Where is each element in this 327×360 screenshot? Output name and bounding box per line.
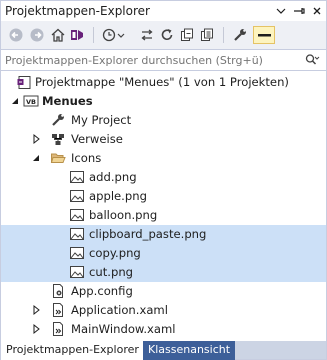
back-button[interactable]	[7, 26, 25, 44]
tree-item-solution[interactable]: Projektmappe "Menues" (1 von 1 Projekten…	[1, 73, 326, 92]
tree-item-label: Application.xaml	[71, 303, 168, 317]
tree-item-my-project[interactable]: My Project	[1, 111, 326, 130]
tree-item-label: MainWindow.xaml	[71, 322, 176, 336]
toolbar	[0, 21, 327, 49]
tree-item-label: App.config	[71, 284, 133, 298]
collapse-all-button[interactable]	[178, 26, 196, 44]
search-input[interactable]	[5, 52, 295, 68]
close-icon	[313, 7, 321, 15]
switch-views-button[interactable]	[68, 26, 86, 44]
tree-item-label: Projektmappe "Menues" (1 von 1 Projekten…	[35, 75, 289, 89]
tree-item-label: Menues	[42, 94, 93, 108]
collapse-all-icon	[181, 28, 193, 41]
expanded-arrow-icon[interactable]	[30, 151, 42, 165]
window-title: Projektmappen-Explorer	[5, 4, 150, 18]
tree-item-references[interactable]: Verweise	[1, 130, 326, 149]
vb-project-icon: VB	[23, 93, 39, 109]
wrench-icon	[234, 29, 246, 41]
svg-text:VB: VB	[26, 98, 36, 106]
image-file-icon	[69, 207, 85, 223]
preview-icon	[258, 34, 271, 37]
bottom-tab-strip: Projektmappen-Explorer Klassenansicht	[0, 341, 327, 360]
window-position-dropdown[interactable]	[273, 3, 289, 19]
tree-item-balloon-png[interactable]: balloon.png	[1, 206, 326, 225]
image-file-icon	[69, 169, 85, 185]
image-file-icon	[69, 226, 85, 242]
expanded-arrow-icon[interactable]	[9, 94, 21, 108]
clock-icon	[102, 28, 125, 42]
tree-item-app-config[interactable]: App.config	[1, 282, 326, 301]
tree-item-project[interactable]: VB Menues	[1, 92, 326, 111]
config-file-icon	[50, 283, 66, 299]
search-box	[0, 49, 327, 71]
tree-item-label: Verweise	[71, 132, 123, 146]
image-file-icon	[69, 188, 85, 204]
tree-item-clipboard-paste-png[interactable]: clipboard_paste.png	[1, 225, 326, 244]
tree-item-label: copy.png	[89, 246, 141, 260]
tree-item-label: cut.png	[89, 265, 134, 279]
image-file-icon	[69, 264, 85, 280]
tree-item-cut-png[interactable]: cut.png	[1, 263, 326, 282]
tree-item-label: add.png	[89, 170, 137, 184]
tree-item-add-png[interactable]: add.png	[1, 168, 326, 187]
tab-class-view[interactable]: Klassenansicht	[143, 341, 236, 360]
pin-button[interactable]	[291, 3, 307, 19]
solution-icon	[16, 74, 32, 90]
references-icon	[50, 131, 66, 147]
back-arrow-icon	[9, 28, 23, 42]
vs-switch-icon	[71, 30, 83, 40]
forward-arrow-icon	[30, 28, 44, 42]
xaml-file-icon	[50, 302, 66, 318]
tab-solution-explorer[interactable]: Projektmappen-Explorer	[1, 341, 144, 360]
home-icon	[51, 28, 65, 42]
tree-item-application-xaml[interactable]: Application.xaml	[1, 301, 326, 320]
toolbar-separator	[223, 27, 224, 43]
forward-button[interactable]	[28, 26, 46, 44]
show-all-files-button[interactable]	[198, 26, 216, 44]
title-bar: Projektmappen-Explorer	[0, 0, 327, 21]
properties-button[interactable]	[231, 26, 249, 44]
pending-changes-filter-button[interactable]	[100, 26, 128, 44]
collapsed-arrow-icon[interactable]	[30, 132, 42, 146]
collapsed-arrow-icon[interactable]	[30, 303, 42, 317]
home-button[interactable]	[49, 26, 67, 44]
tree-item-label: apple.png	[89, 189, 147, 203]
refresh-icon	[161, 29, 173, 41]
collapsed-arrow-icon[interactable]	[30, 322, 42, 336]
tree-item-label: Icons	[71, 151, 102, 165]
chevron-down-icon	[276, 8, 286, 14]
refresh-button[interactable]	[158, 26, 176, 44]
tree-item-label: clipboard_paste.png	[89, 227, 207, 241]
show-all-files-icon	[201, 28, 213, 41]
toolbar-separator	[93, 27, 94, 43]
tree-item-copy-png[interactable]: copy.png	[1, 244, 326, 263]
pin-icon	[294, 8, 305, 14]
tree-item-label: My Project	[71, 113, 132, 127]
wrench-icon	[50, 112, 66, 128]
tree-item-apple-png[interactable]: apple.png	[1, 187, 326, 206]
folder-open-icon	[50, 150, 66, 166]
tree-item-mainwindow-xaml[interactable]: MainWindow.xaml	[1, 320, 326, 339]
solution-tree: Projektmappe "Menues" (1 von 1 Projekten…	[0, 71, 327, 341]
tree-item-label: balloon.png	[89, 208, 158, 222]
sync-button[interactable]	[138, 26, 156, 44]
search-icon	[305, 54, 320, 65]
preview-selected-items-button[interactable]	[253, 26, 275, 44]
tree-item-icons-folder[interactable]: Icons	[1, 149, 326, 168]
sync-icon	[141, 29, 153, 41]
close-button[interactable]	[309, 3, 325, 19]
xaml-file-icon	[50, 321, 66, 337]
search-dropdown[interactable]	[304, 52, 320, 68]
image-file-icon	[69, 245, 85, 261]
